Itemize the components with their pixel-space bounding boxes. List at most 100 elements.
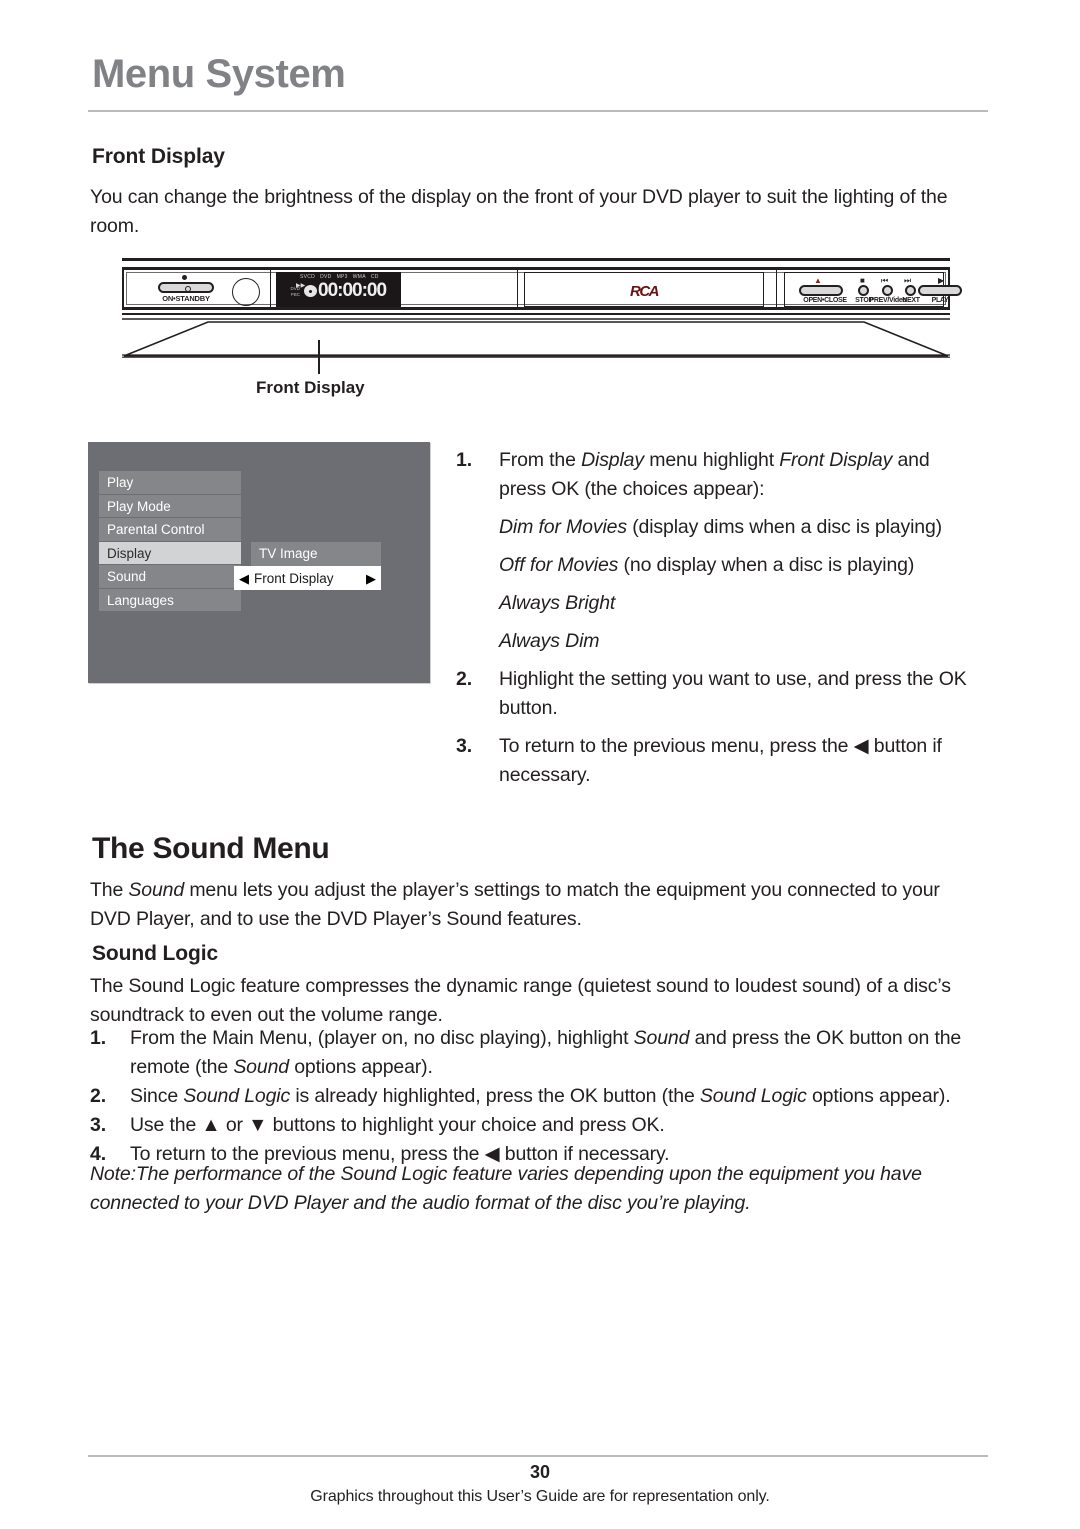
sound-step-3-part2: or: [220, 1114, 249, 1136]
sound-step-2-part3: options appear).: [806, 1085, 951, 1107]
disc-tray-panel: RCA: [524, 272, 764, 307]
sound-step-2-number: 2.: [90, 1085, 106, 1107]
sound-step-2-part2: is already highlighted, press the OK but…: [290, 1085, 700, 1107]
step-1-part2: menu highlight: [643, 449, 780, 471]
sound-step-2: 2. Since Sound Logic is already highligh…: [90, 1082, 985, 1111]
next-icon: ⏭: [904, 276, 912, 285]
step-1-italic1: Display: [581, 449, 644, 471]
arrow-up-icon: ▲: [201, 1114, 221, 1136]
sound-step-3-text: Use the ▲ or ▼ buttons to highlight your…: [130, 1111, 985, 1140]
step-2: 2. Highlight the setting you want to use…: [456, 665, 976, 723]
sound-step-2-part1: Since: [130, 1085, 184, 1107]
sound-step-2-italic2: Sound Logic: [699, 1085, 807, 1107]
dvd-player-illustration: ON•STANDBY SVCD DVD MP3 WMA CD DVD PBC ▶▶ 00…: [122, 258, 962, 358]
rca-brand-logo: RCA: [630, 283, 660, 300]
player-top-edge: [122, 258, 950, 261]
standby-button[interactable]: [158, 282, 214, 293]
osd-main-menu: Play Play Mode Parental Control Display …: [99, 471, 241, 612]
panel-divider-left: [270, 270, 271, 307]
step-1-text: From the Display menu highlight Front Di…: [499, 446, 976, 504]
choice-1-desc: (no display when a disc is playing): [618, 554, 915, 576]
sound-step-3-number: 3.: [90, 1114, 106, 1136]
sound-step-2-text: Since Sound Logic is already highlighted…: [130, 1082, 985, 1111]
right-arrow-icon: ▶: [366, 570, 376, 586]
sound-step-3-part1: Use the: [130, 1114, 202, 1136]
sound-logic-heading: Sound Logic: [92, 942, 219, 965]
osd-submenu-item-tv-image[interactable]: TV Image: [251, 542, 381, 566]
indicator-svcd: SVCD: [300, 274, 316, 280]
sound-step-1-number: 1.: [90, 1027, 106, 1049]
arrow-down-icon: ▼: [248, 1114, 268, 1136]
step-3: 3. To return to the previous menu, press…: [456, 732, 976, 790]
step-1-number: 1.: [456, 449, 472, 471]
sound-step-1-part3: options appear).: [288, 1056, 433, 1078]
sound-logic-note: Note:The performance of the Sound Logic …: [90, 1163, 922, 1214]
footer-divider: [88, 1455, 988, 1457]
open-close-button[interactable]: [799, 285, 843, 296]
play-icon: ▶: [938, 276, 945, 285]
display-disc-icon: [304, 285, 317, 297]
osd-submenu-item-front-display[interactable]: ◀ Front Display ▶: [234, 566, 381, 590]
power-indicator-led: [182, 275, 187, 280]
sound-step-1-part1: From the Main Menu, (player on, no disc …: [130, 1027, 634, 1049]
osd-menu-item-parental-control[interactable]: Parental Control: [99, 518, 241, 542]
step-1-italic2: Front Display: [779, 449, 893, 471]
sound-intro-italic: Sound: [128, 879, 185, 901]
sound-menu-heading: The Sound Menu: [92, 832, 330, 865]
standby-control-group: ON•STANDBY: [144, 275, 269, 309]
front-display-callout-label: Front Display: [256, 378, 365, 397]
footer-disclaimer: Graphics throughout this User’s Guide ar…: [310, 1488, 770, 1505]
osd-menu-item-languages[interactable]: Languages: [99, 588, 241, 612]
display-time-readout: 00:00:00: [318, 280, 387, 301]
chapter-title: Menu System: [92, 52, 346, 96]
step-3-part1: To return to the previous menu, press th…: [499, 735, 854, 757]
step-1: 1. From the Display menu highlight Front…: [456, 446, 976, 504]
indicator-pbc: PBC: [290, 292, 300, 297]
player-front-face: ON•STANDBY SVCD DVD MP3 WMA CD DVD PBC ▶▶ 00…: [122, 267, 962, 310]
sound-logic-steps: 1. From the Main Menu, (player on, no di…: [90, 1024, 985, 1169]
front-panel-display: SVCD DVD MP3 WMA CD DVD PBC ▶▶ 00:00:00: [276, 272, 401, 307]
sound-step-2-italic1: Sound Logic: [183, 1085, 291, 1107]
osd-active-item-label: Front Display: [254, 570, 334, 586]
player-body: [122, 313, 950, 358]
osd-menu-item-display[interactable]: Display: [99, 541, 241, 565]
player-body-top-edge: [122, 313, 950, 315]
ir-sensor-icon: [232, 278, 260, 306]
sound-logic-intro: The Sound Logic feature compresses the d…: [90, 975, 951, 1026]
transport-control-panel: ▲ OPEN•CLOSE ■ STOP ⏮ PREV/Video ⏭ NEXT …: [784, 272, 962, 307]
sound-step-3: 3. Use the ▲ or ▼ buttons to highlight y…: [90, 1111, 985, 1140]
choice-0-desc: (display dims when a disc is playing): [626, 516, 943, 538]
step-1-part1: From the: [499, 449, 582, 471]
left-arrow-icon: ◀: [239, 570, 249, 586]
eject-icon: ▲: [814, 276, 822, 285]
osd-menu-item-sound[interactable]: Sound: [99, 565, 241, 589]
choice-always-dim: Always Dim: [456, 627, 976, 656]
osd-menu-item-play[interactable]: Play: [99, 471, 241, 495]
page-number: 30: [529, 1462, 551, 1482]
previous-icon: ⏮: [881, 276, 889, 285]
header-divider: [88, 110, 988, 112]
step-3-number: 3.: [456, 735, 472, 757]
front-display-callout-leader: [318, 340, 320, 374]
next-button[interactable]: [905, 285, 916, 296]
choice-1-label: Off for Movies: [499, 554, 619, 576]
standby-button-label: ON•STANDBY: [162, 294, 210, 303]
on-screen-menu-graphic: Play Play Mode Parental Control Display …: [88, 442, 430, 683]
stop-button[interactable]: [858, 285, 869, 296]
step-2-number: 2.: [456, 668, 472, 690]
play-label: PLAY: [931, 297, 949, 304]
sound-step-3-part3: buttons to highlight your choice and pre…: [267, 1114, 665, 1136]
step-3-text: To return to the previous menu, press th…: [499, 732, 976, 790]
osd-menu-item-play-mode[interactable]: Play Mode: [99, 494, 241, 518]
front-display-intro: You can change the brightness of the dis…: [90, 186, 948, 237]
left-arrow-icon: ◀: [853, 735, 869, 757]
choice-dim-for-movies: Dim for Movies (display dims when a disc…: [456, 513, 976, 542]
play-button[interactable]: [918, 285, 962, 296]
player-body-shape: [122, 318, 950, 358]
sound-step-1-italic2: Sound: [233, 1056, 289, 1078]
front-display-heading: Front Display: [92, 145, 225, 168]
prev-video-button[interactable]: [882, 285, 893, 296]
sound-menu-intro: The Sound menu lets you adjust the playe…: [90, 876, 980, 934]
stop-icon: ■: [860, 276, 865, 285]
sound-intro-part1: The: [90, 879, 129, 901]
